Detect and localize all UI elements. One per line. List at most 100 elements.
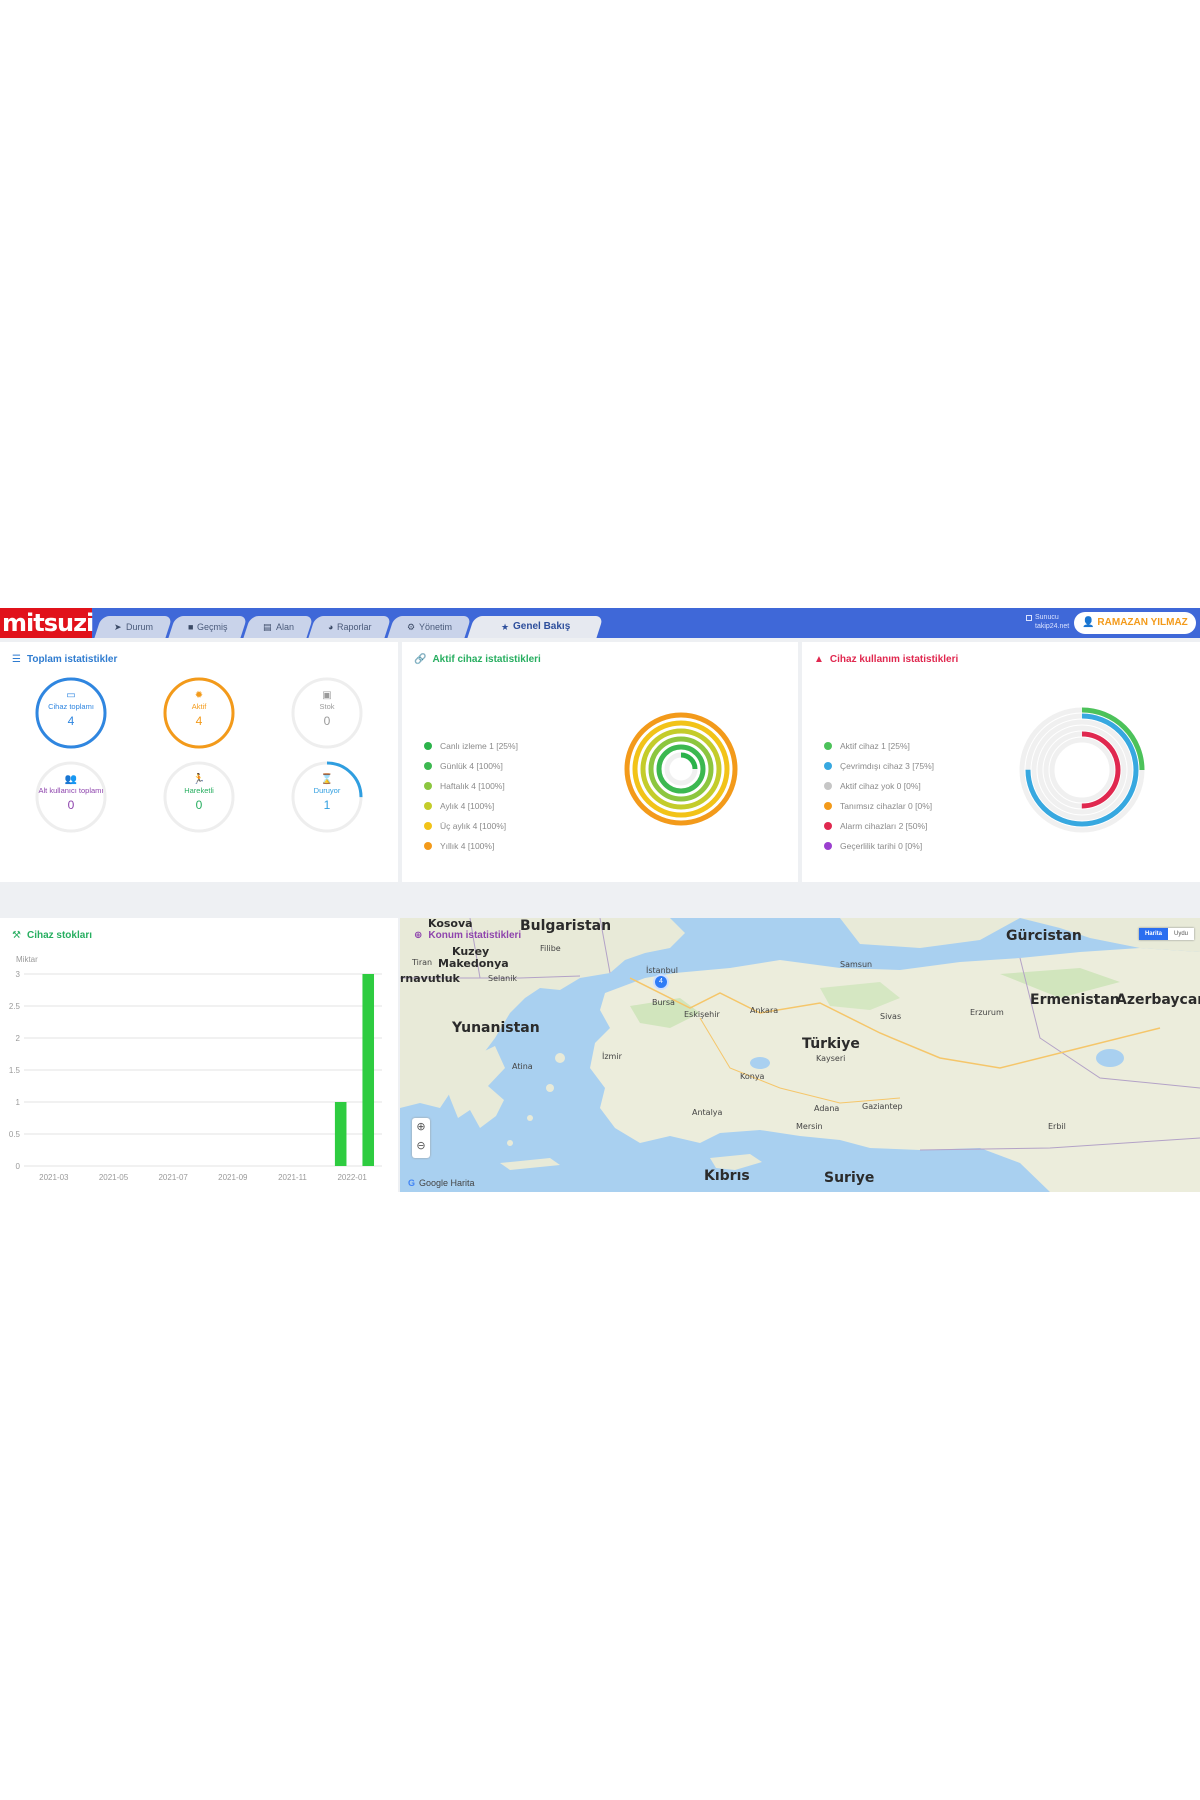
server-icon xyxy=(1026,615,1032,621)
zoom-in-button[interactable]: ⊕ xyxy=(412,1118,430,1137)
y-tick-label: 1 xyxy=(16,1098,21,1107)
gear-icon: ⚙ xyxy=(407,622,416,632)
legend-label: Günlük 4 [100%] xyxy=(440,761,503,771)
legend-item[interactable]: Tanımsız cihazlar 0 [0%] xyxy=(824,796,934,816)
stat-value: 4 xyxy=(195,714,203,728)
legend-dot xyxy=(424,762,432,770)
total-stats-title: ☰ Toplam istatistikler xyxy=(12,654,118,665)
legend-item[interactable]: Aktif cihaz yok 0 [0%] xyxy=(824,776,934,796)
legend-dot xyxy=(824,822,832,830)
legend-label: Aktif cihaz yok 0 [0%] xyxy=(840,781,921,791)
x-tick-label: 2021-05 xyxy=(99,1173,129,1182)
tab-alan[interactable]: ▤ Alan xyxy=(242,616,313,638)
stat-subuser-total[interactable]: 👥 Alt kullanıcı toplamı 0 xyxy=(34,760,108,834)
star-icon: ★ xyxy=(501,622,510,632)
map-label: Erzurum xyxy=(970,1008,1004,1017)
hourglass-icon: ⌛ xyxy=(320,774,334,785)
map-label: Azerbaycan xyxy=(1116,992,1200,1008)
y-tick-label: 3 xyxy=(16,970,21,979)
map-label: Filibe xyxy=(540,944,561,953)
legend-item[interactable]: Geçerlilik tarihi 0 [0%] xyxy=(824,836,934,856)
usage-stats-title: ▲ Cihaz kullanım istatistikleri xyxy=(814,654,959,665)
map-label: Samsun xyxy=(840,960,873,969)
stat-active[interactable]: ✹ Aktif 4 xyxy=(162,676,236,750)
legend-item[interactable]: Yıllık 4 [100%] xyxy=(424,836,518,856)
map-label: Bulgaristan xyxy=(520,918,612,934)
stat-label: Stok xyxy=(319,702,335,711)
legend-item[interactable]: Çevrimdışı cihaz 3 [75%] xyxy=(824,756,934,776)
legend-dot xyxy=(824,762,832,770)
warning-icon: ▲ xyxy=(814,654,824,665)
legend-dot xyxy=(824,782,832,790)
usage-rings-chart xyxy=(1019,707,1145,833)
map-label: Kayseri xyxy=(816,1054,846,1063)
stat-label: Duruyor xyxy=(313,786,341,795)
map-type-toggle: Harita Uydu xyxy=(1138,928,1194,940)
y-axis-label: Miktar xyxy=(16,955,38,964)
active-rings-chart xyxy=(624,712,738,826)
zoom-out-button[interactable]: ⊖ xyxy=(412,1137,430,1156)
legend-label: Geçerlilik tarihi 0 [0%] xyxy=(840,841,923,851)
active-stats-title: 🔗 Aktif cihaz istatistikleri xyxy=(414,654,541,665)
map-label: Kıbrıs xyxy=(704,1168,750,1184)
user-menu-button[interactable]: 👤 RAMAZAN YILMAZ xyxy=(1074,612,1196,634)
legend-item[interactable]: Aylık 4 [100%] xyxy=(424,796,518,816)
tab-raporlar[interactable]: ◕ Raporlar xyxy=(308,616,392,638)
map-label: Mersin xyxy=(796,1122,823,1131)
stat-label: Cihaz toplamı xyxy=(48,702,94,711)
legend-item[interactable]: Alarm cihazları 2 [50%] xyxy=(824,816,934,836)
legend-item[interactable]: Canlı izleme 1 [25%] xyxy=(424,736,518,756)
users-icon: 👥 xyxy=(64,774,78,785)
legend-dot xyxy=(424,802,432,810)
legend-item[interactable]: Aktif cihaz 1 [25%] xyxy=(824,736,934,756)
tab-durum[interactable]: ➤ Durum xyxy=(94,616,173,638)
stat-value: 0 xyxy=(195,798,203,812)
legend-item[interactable]: Günlük 4 [100%] xyxy=(424,756,518,776)
main-tabs: ➤ Durum ■ Geçmiş ▤ Alan ◕ Raporlar ⚙ Yönetim … xyxy=(94,616,605,638)
map-label: Makedonya xyxy=(438,957,509,970)
legend-dot xyxy=(424,822,432,830)
legend-label: Aktif cihaz 1 [25%] xyxy=(840,741,910,751)
active-stats-legend: Canlı izleme 1 [25%] Günlük 4 [100%] Hafta… xyxy=(424,736,518,856)
legend-dot xyxy=(424,742,432,750)
stock-bar xyxy=(334,1102,347,1166)
map-label: Erbil xyxy=(1048,1122,1066,1131)
map-background xyxy=(400,918,1200,1192)
stat-stopped[interactable]: ⌛ Duruyor 1 xyxy=(290,760,364,834)
legend-item[interactable]: Üç aylık 4 [100%] xyxy=(424,816,518,836)
map-label: Atina xyxy=(512,1062,533,1071)
tab-genel-bakis[interactable]: ★ Genel Bakış xyxy=(467,616,605,638)
map-type-map-button[interactable]: Harita xyxy=(1138,928,1168,940)
map-label: Selanik xyxy=(488,974,518,983)
layers-icon: ▤ xyxy=(262,622,272,632)
map-label: Eskişehir xyxy=(684,1010,720,1019)
stat-label: Alt kullanıcı toplamı xyxy=(38,786,104,795)
legend-label: Canlı izleme 1 [25%] xyxy=(440,741,518,751)
top-navigation-bar: mitsuzi ➤ Durum ■ Geçmiş ▤ Alan ◕ Raporlar ⚙… xyxy=(0,608,1200,638)
x-tick-label: 2021-09 xyxy=(218,1173,248,1182)
y-tick-label: 2 xyxy=(16,1034,21,1043)
map-type-satellite-button[interactable]: Uydu xyxy=(1168,928,1194,940)
stat-device-total[interactable]: ▭ Cihaz toplamı 4 xyxy=(34,676,108,750)
ring-arc xyxy=(640,728,722,810)
location-stats-title: ⊕ Konum istatistikleri xyxy=(414,930,522,941)
briefcase-icon: ▣ xyxy=(322,690,332,701)
brand-logo[interactable]: mitsuzi xyxy=(0,608,94,638)
active-stats-panel: 🔗 Aktif cihaz istatistikleri Canlı izlem… xyxy=(402,642,798,882)
stat-label: Aktif xyxy=(191,702,207,711)
legend-label: Alarm cihazları 2 [50%] xyxy=(840,821,928,831)
map-label: rnavutluk xyxy=(400,972,460,985)
map-label: Ankara xyxy=(750,1006,779,1015)
stat-stock[interactable]: ▣ Stok 0 xyxy=(290,676,364,750)
map-label: Konya xyxy=(740,1072,765,1081)
device-cluster-marker[interactable]: 4 xyxy=(653,974,669,990)
tab-gecmis[interactable]: ■ Geçmiş xyxy=(167,616,248,638)
tab-yonetim[interactable]: ⚙ Yönetim xyxy=(387,616,472,638)
stat-label: Hareketli xyxy=(184,786,214,795)
stat-moving[interactable]: 🏃 Hareketli 0 xyxy=(162,760,236,834)
location-map-panel[interactable]: ⊕ Konum istatistikleri Kosova Bulgarista… xyxy=(400,917,1200,1192)
legend-item[interactable]: Haftalık 4 [100%] xyxy=(424,776,518,796)
stock-bar-chart: Miktar 0 0.5 1 1.5 2 2.5 3 2021-03 2021-05 2021-07… xyxy=(9,955,382,1182)
legend-label: Yıllık 4 [100%] xyxy=(440,841,495,851)
y-tick-label: 1.5 xyxy=(9,1066,21,1075)
